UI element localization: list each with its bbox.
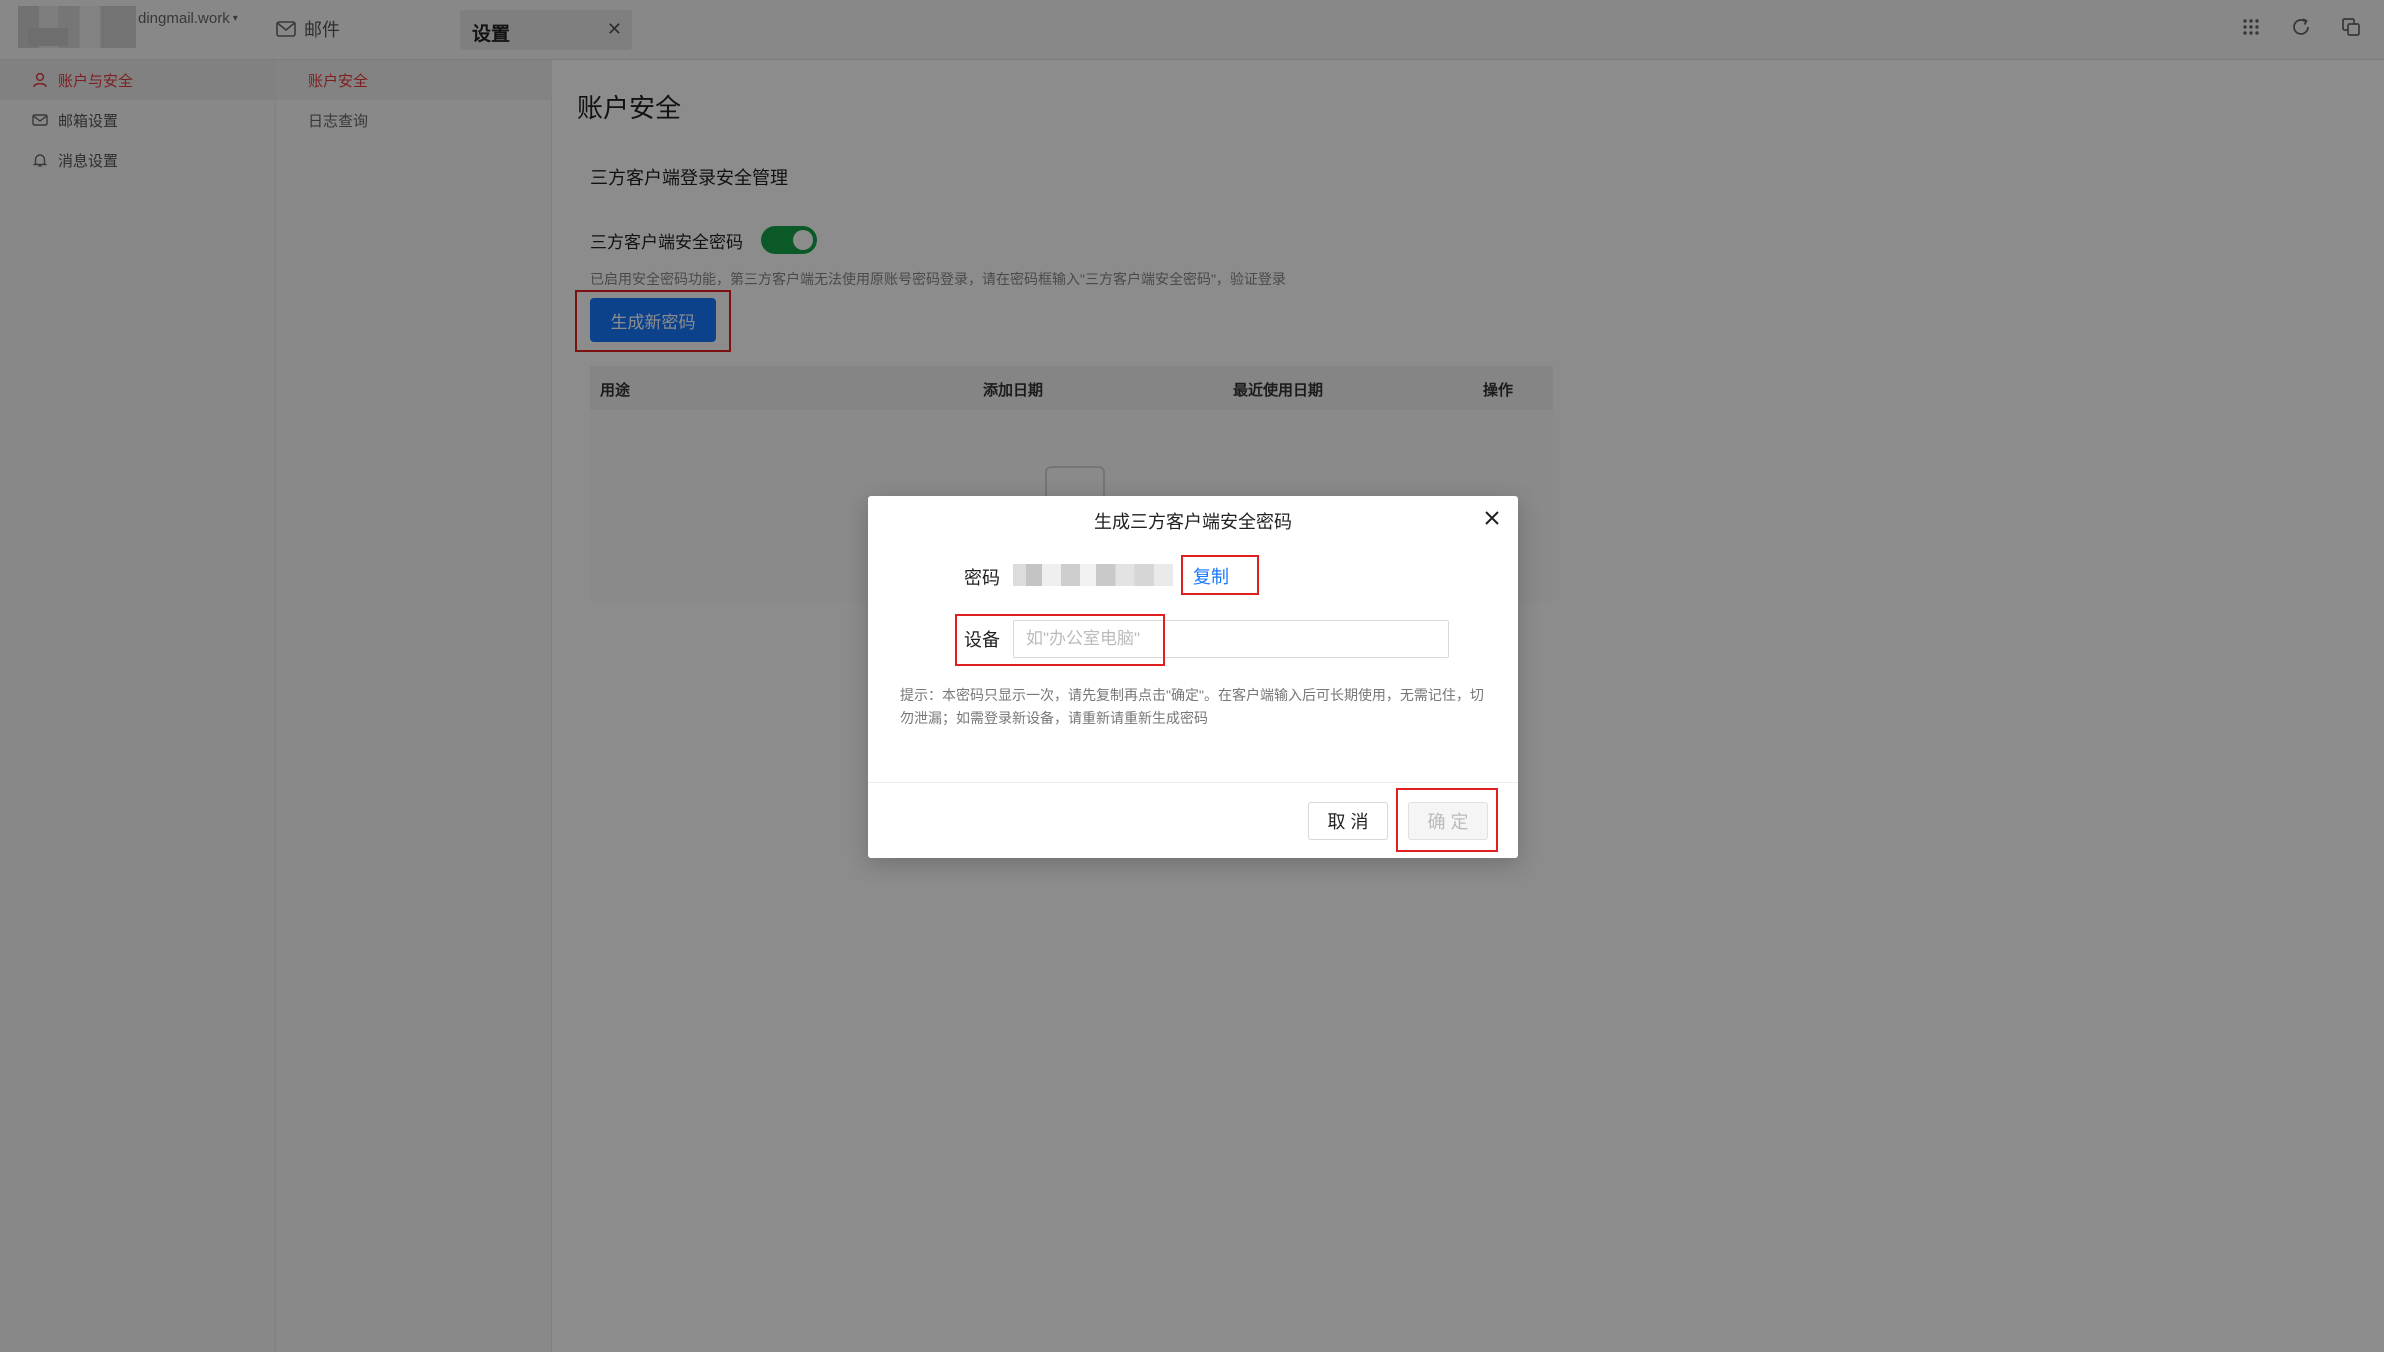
dialog-tip: 提示：本密码只显示一次，请先复制再点击"确定"。在客户端输入后可长期使用，无需记… (900, 687, 1484, 726)
generate-password-dialog: 生成三方客户端安全密码 密码 复制 设备 提示：本密码只显示一次，请先复制再点击… (868, 496, 1518, 858)
dialog-footer-divider (868, 782, 1518, 783)
password-label: 密码 (964, 568, 1000, 588)
cancel-button[interactable]: 取 消 (1308, 802, 1388, 840)
confirm-button[interactable]: 确 定 (1408, 802, 1488, 840)
copy-password-link[interactable]: 复制 (1193, 563, 1229, 589)
close-icon[interactable] (1480, 506, 1504, 530)
password-value-blurred (1013, 564, 1173, 586)
device-name-input[interactable] (1013, 620, 1449, 658)
dialog-title: 生成三方客户端安全密码 (1094, 512, 1292, 532)
device-label: 设备 (964, 630, 1000, 650)
